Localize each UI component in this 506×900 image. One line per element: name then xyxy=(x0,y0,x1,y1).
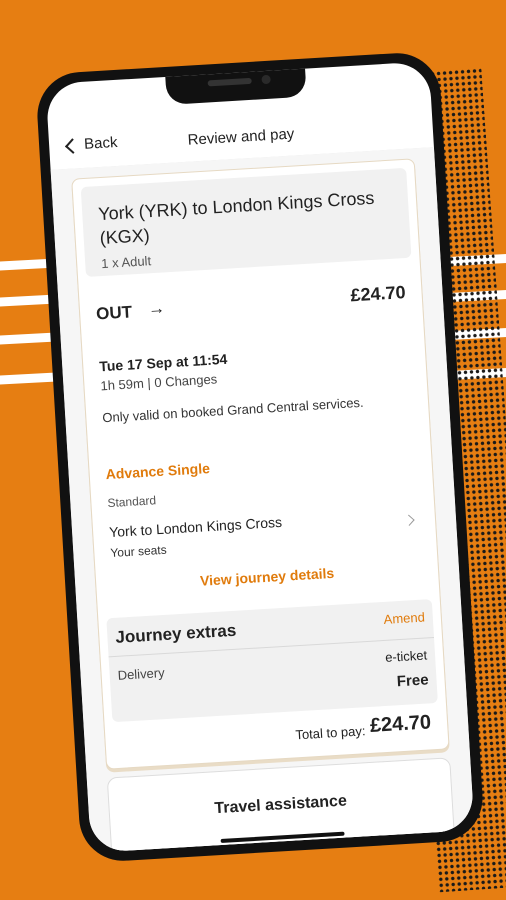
seats-label: Your seats xyxy=(110,542,168,561)
arrow-right-icon: → xyxy=(147,298,166,319)
passenger-count: 1 x Adult xyxy=(100,253,152,272)
journey-card: York (YRK) to London Kings Cross (KGX) 1… xyxy=(71,158,450,770)
validity-note: Only valid on booked Grand Central servi… xyxy=(101,394,364,426)
duration-changes: 1h 59m | 0 Changes xyxy=(100,371,218,394)
amend-button[interactable]: Amend xyxy=(383,610,425,627)
camera-icon xyxy=(261,74,271,85)
phone-screen: Back Review and pay York (YRK) to London… xyxy=(45,61,475,853)
departure-datetime: Tue 17 Sep at 11:54 xyxy=(98,350,228,375)
journey-price: £24.70 xyxy=(349,282,407,306)
delivery-price: Free xyxy=(396,671,430,691)
speaker-grille xyxy=(207,77,252,87)
total-value: £24.70 xyxy=(369,711,432,737)
delivery-method: e-ticket xyxy=(384,647,428,665)
leg-route: York to London Kings Cross xyxy=(108,513,283,541)
delivery-label: Delivery xyxy=(117,665,166,683)
route-title: York (YRK) to London Kings Cross (KGX) xyxy=(97,187,375,249)
travel-assistance-label: Travel assistance xyxy=(213,792,348,818)
fare-type: Advance Single xyxy=(105,460,211,483)
phone-frame: Back Review and pay York (YRK) to London… xyxy=(34,50,486,864)
review-content: York (YRK) to London Kings Cross (KGX) 1… xyxy=(50,147,475,853)
direction-label: OUT xyxy=(95,302,133,324)
extras-title: Journey extras xyxy=(114,620,237,647)
travel-class: Standard xyxy=(107,493,157,511)
chevron-right-icon xyxy=(403,514,415,526)
route-summary: York (YRK) to London Kings Cross (KGX) 1… xyxy=(80,167,412,278)
phone-notch xyxy=(165,66,307,105)
journey-extras: Journey extras Amend Delivery e-ticket F… xyxy=(106,599,438,723)
total-label: Total to pay: xyxy=(294,723,366,743)
view-journey-details-link[interactable]: View journey details xyxy=(96,559,438,595)
